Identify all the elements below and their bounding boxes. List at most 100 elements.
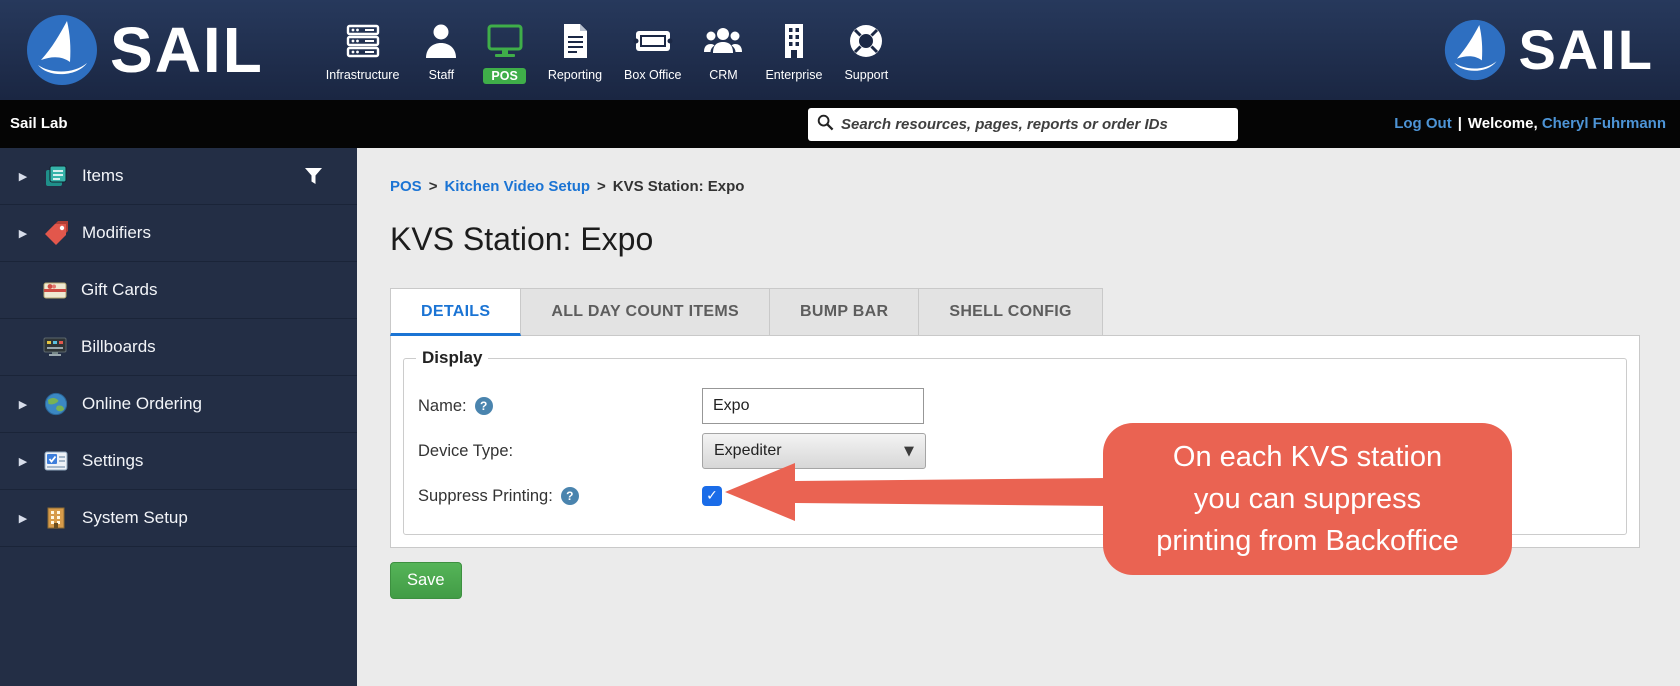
breadcrumb-link-pos[interactable]: POS: [390, 178, 422, 195]
page-title: KVS Station: Expo: [390, 221, 1640, 258]
breadcrumb-separator: >: [429, 178, 438, 195]
expand-caret-icon[interactable]: ▶: [16, 398, 30, 411]
sidebar-item-label: Settings: [82, 451, 143, 471]
suppress-printing-label: Suppress Printing: ?: [418, 487, 702, 506]
logout-link[interactable]: Log Out: [1394, 115, 1451, 132]
name-row: Name: ?: [418, 388, 1612, 424]
system-setup-icon: [43, 505, 69, 531]
expand-caret-icon[interactable]: ▶: [16, 170, 30, 183]
people-icon: [703, 21, 743, 61]
building-icon: [774, 21, 814, 61]
expand-caret-icon[interactable]: ▶: [16, 512, 30, 525]
brand-right[interactable]: SAIL: [1444, 19, 1654, 81]
nav-item-support[interactable]: Support: [844, 21, 888, 82]
breadcrumb-link-kitchen-video-setup[interactable]: Kitchen Video Setup: [444, 178, 590, 195]
tab-shell-config[interactable]: SHELL CONFIG: [919, 288, 1102, 336]
globe-icon: [43, 391, 69, 417]
help-icon[interactable]: ?: [561, 487, 579, 505]
global-search[interactable]: [808, 108, 1238, 141]
save-button[interactable]: Save: [390, 562, 462, 599]
ticket-icon: [633, 21, 673, 61]
monitor-icon: [485, 21, 525, 61]
location-label: Sail Lab: [10, 115, 68, 132]
sidebar-item-settings[interactable]: ▶ Settings: [0, 433, 357, 490]
nav-item-label: Enterprise: [765, 68, 822, 82]
servers-icon: [343, 21, 383, 61]
sidebar-item-gift-cards[interactable]: Gift Cards: [0, 262, 357, 319]
breadcrumb: POS > Kitchen Video Setup > KVS Station: Exp…: [390, 178, 1640, 195]
name-label-text: Name:: [418, 397, 467, 416]
brand-left[interactable]: SAIL: [26, 14, 264, 86]
sidebar-item-modifiers[interactable]: ▶ Modifiers: [0, 205, 357, 262]
sidebar-item-label: Gift Cards: [81, 280, 158, 300]
sidebar-item-label: System Setup: [82, 508, 188, 528]
user-name-link[interactable]: Cheryl Fuhrmann: [1542, 115, 1666, 132]
sail-logo-icon: [1444, 19, 1506, 81]
annotation-arrow-icon: [723, 461, 1108, 523]
breadcrumb-separator: >: [597, 178, 606, 195]
nav-item-label: Staff: [429, 68, 454, 82]
settings-icon: [43, 448, 69, 474]
tab-bump-bar[interactable]: BUMP BAR: [770, 288, 919, 336]
tab-all-day-count-items[interactable]: ALL DAY COUNT ITEMS: [521, 288, 770, 336]
nav-item-pos[interactable]: POS: [483, 21, 525, 84]
sidebar-item-online-ordering[interactable]: ▶ Online Ordering: [0, 376, 357, 433]
nav-item-label: POS: [483, 68, 525, 84]
device-type-value: Expediter: [714, 442, 782, 460]
nav-item-label: Reporting: [548, 68, 602, 82]
sidebar: ▶ Items ▶ Modifiers Gift: [0, 148, 357, 686]
chevron-down-icon: ▼: [904, 444, 914, 459]
nav-item-infrastructure[interactable]: Infrastructure: [326, 21, 400, 82]
items-icon: [43, 163, 69, 189]
tab-bar: DETAILS ALL DAY COUNT ITEMS BUMP BAR SHE…: [390, 288, 1640, 336]
filter-icon[interactable]: [304, 167, 323, 185]
modifiers-icon: [43, 220, 69, 246]
person-icon: [421, 21, 461, 61]
nav-item-box-office[interactable]: Box Office: [624, 21, 681, 82]
document-icon: [555, 21, 595, 61]
search-icon: [817, 114, 834, 136]
annotation-line: On each KVS station: [1121, 436, 1494, 478]
nav-item-label: Box Office: [624, 68, 681, 82]
suppress-printing-checkbox[interactable]: ✓: [702, 486, 722, 506]
sidebar-item-label: Online Ordering: [82, 394, 202, 414]
name-label: Name: ?: [418, 397, 702, 416]
nav-item-label: Support: [844, 68, 888, 82]
brand-text: SAIL: [1518, 22, 1654, 78]
nav-item-enterprise[interactable]: Enterprise: [765, 21, 822, 82]
content-layout: ▶ Items ▶ Modifiers Gift: [0, 148, 1680, 686]
sidebar-item-items[interactable]: ▶ Items: [0, 148, 357, 205]
expand-caret-icon[interactable]: ▶: [16, 455, 30, 468]
user-area: Log Out|Welcome, Cheryl Fuhrmann: [1394, 115, 1666, 132]
billboards-icon: [42, 334, 68, 360]
name-input[interactable]: [702, 388, 924, 424]
nav-item-reporting[interactable]: Reporting: [548, 21, 602, 82]
gift-cards-icon: [42, 277, 68, 303]
annotation-line: printing from Backoffice: [1121, 520, 1494, 562]
check-icon: ✓: [706, 489, 718, 503]
suppress-printing-label-text: Suppress Printing:: [418, 487, 553, 506]
nav-item-crm[interactable]: CRM: [703, 21, 743, 82]
nav-item-label: Infrastructure: [326, 68, 400, 82]
sub-header: Sail Lab Log Out|Welcome, Cheryl Fuhrman…: [0, 100, 1680, 148]
breadcrumb-current: KVS Station: Expo: [613, 178, 745, 195]
sidebar-item-billboards[interactable]: Billboards: [0, 319, 357, 376]
sidebar-item-label: Items: [82, 166, 124, 186]
tab-details[interactable]: DETAILS: [390, 288, 521, 336]
app-root: SAIL Infrastructure Staff POS: [0, 0, 1680, 686]
expand-caret-icon[interactable]: ▶: [16, 227, 30, 240]
sidebar-item-label: Modifiers: [82, 223, 151, 243]
welcome-label: Welcome,: [1468, 115, 1538, 132]
help-icon[interactable]: ?: [475, 397, 493, 415]
sidebar-item-system-setup[interactable]: ▶ System Setup: [0, 490, 357, 547]
device-type-label: Device Type:: [418, 442, 702, 461]
annotation-callout: On each KVS station you can suppress pri…: [1103, 423, 1512, 575]
sidebar-item-label: Billboards: [81, 337, 156, 357]
section-title: Display: [416, 348, 488, 368]
search-input[interactable]: [841, 116, 1229, 133]
brand-text: SAIL: [110, 18, 264, 82]
main-content: POS > Kitchen Video Setup > KVS Station: Exp…: [357, 148, 1680, 686]
sail-logo-icon: [26, 14, 98, 86]
primary-nav: Infrastructure Staff POS Reporting: [326, 17, 888, 84]
nav-item-staff[interactable]: Staff: [421, 21, 461, 82]
